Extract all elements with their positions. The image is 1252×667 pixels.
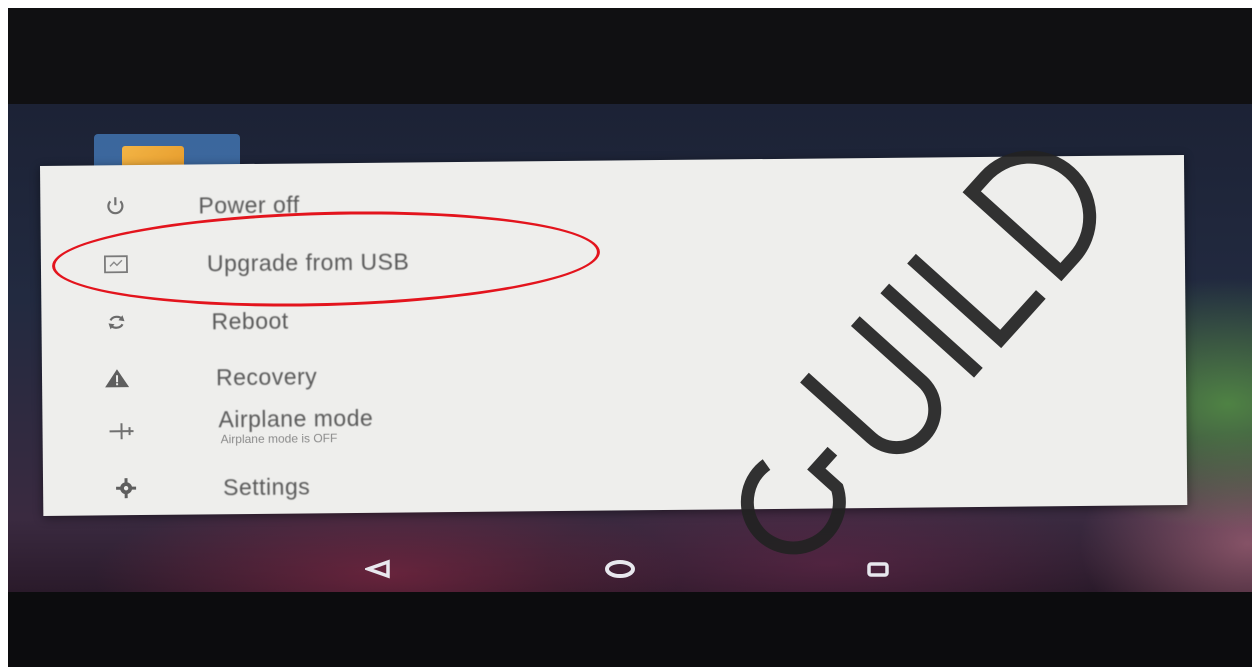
gear-icon xyxy=(111,473,141,503)
back-button[interactable] xyxy=(358,554,398,584)
reboot-icon xyxy=(101,307,131,337)
recents-button[interactable] xyxy=(858,554,898,584)
home-button[interactable] xyxy=(600,554,640,584)
menu-item-reboot[interactable]: Reboot xyxy=(41,294,661,346)
home-icon xyxy=(605,560,635,578)
menu-item-label: Recovery xyxy=(215,362,318,390)
warning-icon xyxy=(102,363,132,393)
menu-item-upgrade-from-usb[interactable]: Upgrade from USB xyxy=(41,236,661,288)
back-icon xyxy=(365,559,390,579)
usb-upgrade-icon xyxy=(101,249,131,279)
menu-item-power-off[interactable]: Power off xyxy=(40,178,660,230)
menu-item-recovery[interactable]: Recovery xyxy=(42,350,662,402)
menu-item-airplane-mode[interactable]: Airplane mode Airplane mode is OFF xyxy=(42,396,663,462)
menu-item-label: Upgrade from USB xyxy=(206,247,410,276)
menu-item-label: Power off xyxy=(198,191,300,218)
menu-item-label: Settings xyxy=(222,472,311,500)
recents-icon xyxy=(867,562,889,577)
power-icon xyxy=(100,191,130,221)
device-bezel xyxy=(8,592,1252,667)
menu-item-sublabel: Airplane mode is OFF xyxy=(220,431,338,447)
menu-item-settings[interactable]: Settings xyxy=(43,460,663,512)
airplane-icon xyxy=(106,416,136,446)
menu-item-label: Reboot xyxy=(211,307,289,334)
menu-item-label: Airplane mode xyxy=(218,404,374,433)
photo-frame: Power off Upgrade from USB Reboot Recove… xyxy=(8,8,1252,667)
power-menu-dialog: Power off Upgrade from USB Reboot Recove… xyxy=(40,155,1188,516)
